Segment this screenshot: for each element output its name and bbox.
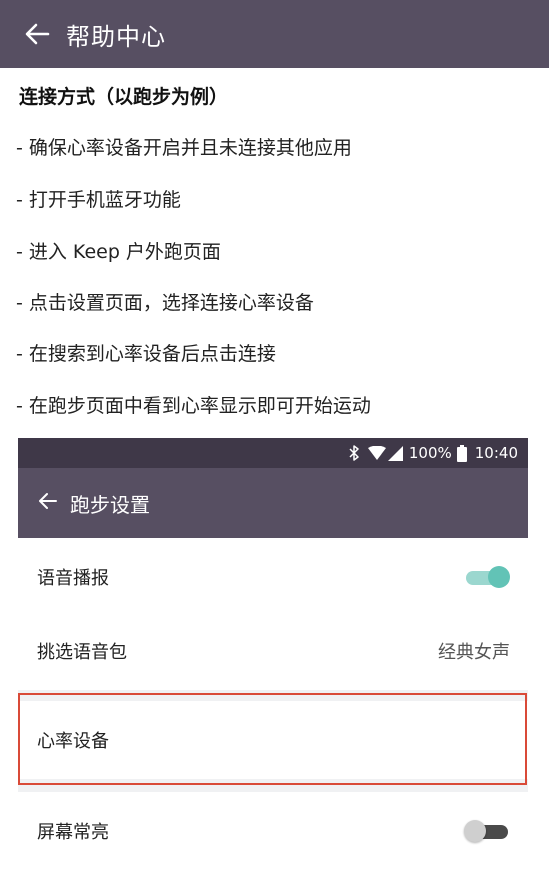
voice-toggle[interactable]: [464, 565, 510, 589]
setting-label: 心率设备: [37, 731, 109, 752]
setting-value: 经典女声: [438, 642, 510, 663]
settings-screenshot: 100% 10:40 跑步设置 语音播报 挑选语音包 经典女声 心率设备 屏幕常…: [18, 438, 528, 870]
bluetooth-icon: [348, 445, 360, 461]
setting-row-voice[interactable]: 语音播报: [18, 538, 528, 616]
app-bar: 帮助中心: [0, 0, 549, 68]
battery-icon: [456, 444, 467, 462]
setting-row-screen-on[interactable]: 屏幕常亮: [18, 792, 528, 870]
page-title: 帮助中心: [66, 22, 166, 51]
arrow-left-icon[interactable]: [24, 21, 50, 47]
wifi-icon: [367, 445, 386, 461]
arrow-left-icon[interactable]: [38, 491, 58, 515]
setting-row-voice-pack[interactable]: 挑选语音包 经典女声: [18, 612, 528, 690]
battery-percent: 100%: [408, 444, 452, 462]
setting-row-heart-rate[interactable]: 心率设备: [18, 701, 528, 779]
setting-label: 语音播报: [37, 568, 109, 589]
section-heading: 连接方式（以跑步为例）: [19, 86, 229, 108]
step-text: - 在跑步页面中看到心率显示即可开始运动: [16, 395, 371, 417]
setting-label: 屏幕常亮: [37, 822, 109, 843]
status-bar: 100% 10:40: [18, 438, 528, 468]
step-text: - 在搜索到心率设备后点击连接: [16, 343, 276, 365]
toggle-thumb: [464, 820, 486, 842]
step-text: - 点击设置页面，选择连接心率设备: [16, 292, 314, 314]
clock: 10:40: [474, 444, 518, 462]
screen-on-toggle[interactable]: [464, 819, 510, 843]
settings-toolbar: 跑步设置: [18, 468, 528, 538]
toggle-thumb: [488, 566, 510, 588]
step-text: - 打开手机蓝牙功能: [16, 189, 181, 211]
settings-title: 跑步设置: [70, 492, 150, 517]
setting-label: 挑选语音包: [37, 642, 127, 663]
signal-icon: [387, 445, 403, 461]
step-text: - 确保心率设备开启并且未连接其他应用: [16, 137, 352, 159]
step-text: - 进入 Keep 户外跑页面: [16, 241, 221, 263]
